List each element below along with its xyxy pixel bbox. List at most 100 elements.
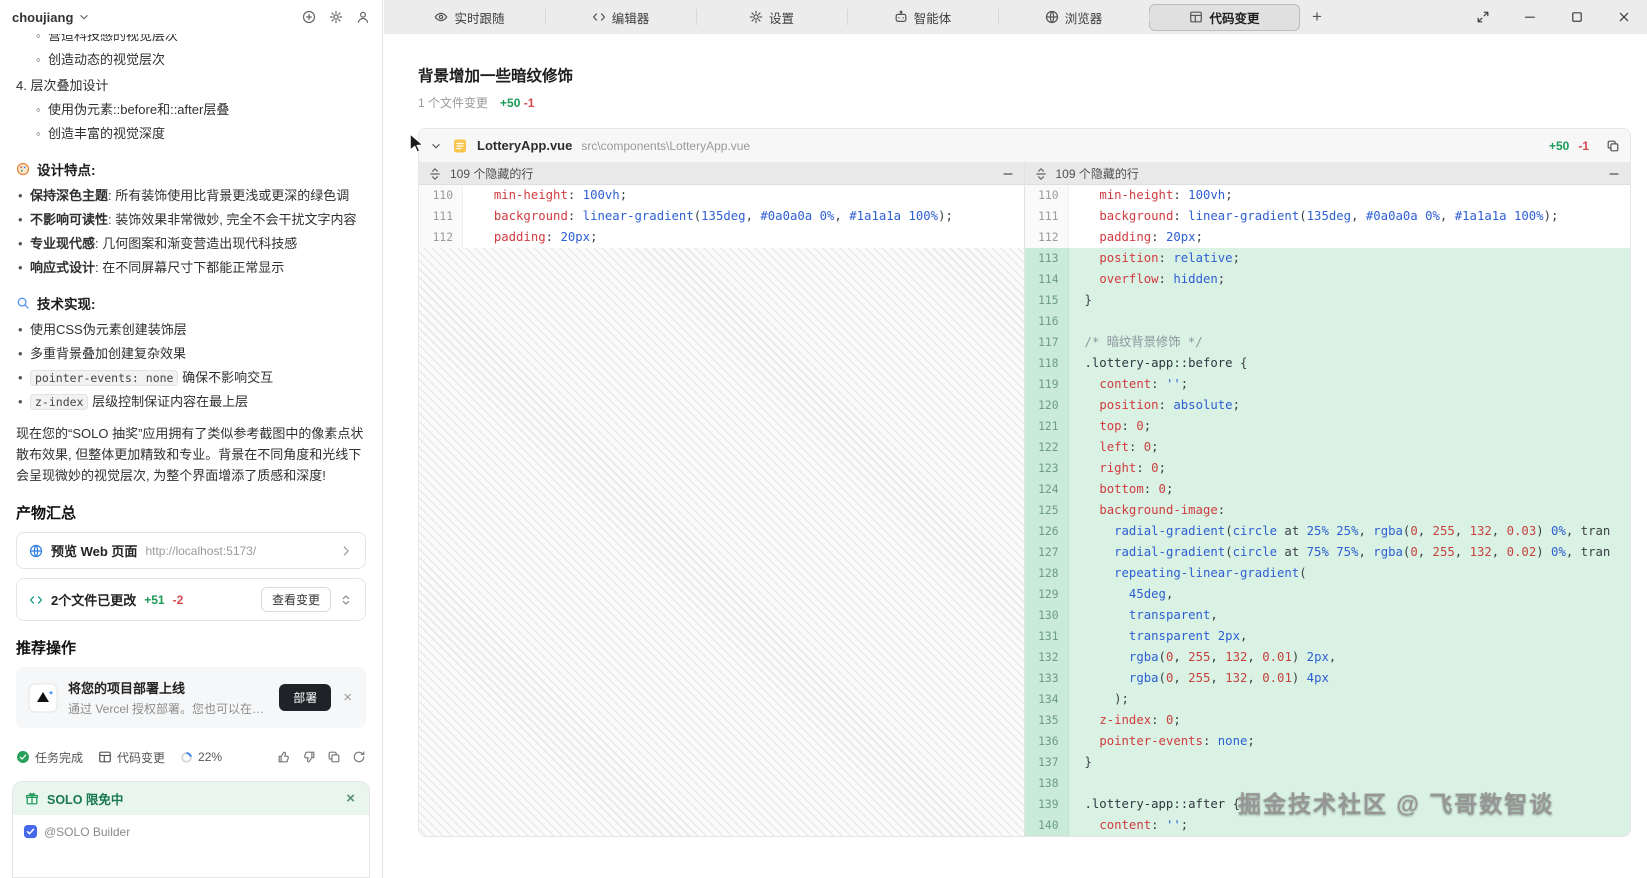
minimize-window-icon[interactable] — [1506, 0, 1553, 34]
line-number: 140 — [1024, 815, 1069, 836]
close-window-icon[interactable] — [1600, 0, 1647, 34]
code-text: rgba(0, 255, 132, 0.01) 2px, — [1068, 647, 1630, 668]
tab-code[interactable]: 编辑器 — [545, 0, 696, 34]
settings-button[interactable] — [329, 10, 343, 24]
thumbs-down-button[interactable] — [302, 750, 316, 764]
line-number: 113 — [1024, 248, 1069, 269]
line-number: 133 — [1024, 668, 1069, 689]
maximize-window-icon[interactable] — [1553, 0, 1600, 34]
diff-line-115: 115} — [1024, 290, 1630, 311]
diff-line-125: 125 background-image: — [1024, 500, 1630, 521]
line-number: 112 — [1024, 227, 1069, 248]
thumbs-up-button[interactable] — [277, 750, 291, 764]
lines-removed: -2 — [172, 592, 184, 607]
code-change-status[interactable]: 代码变更 — [98, 749, 165, 766]
line-number: 115 — [1024, 290, 1069, 311]
diff-line-120: 120 position: absolute; — [1024, 395, 1630, 416]
diff-line-123: 123 right: 0; — [1024, 458, 1630, 479]
sidebar-header: choujiang — [0, 0, 382, 34]
code-icon — [29, 593, 43, 607]
tab-table[interactable]: 代码变更 — [1149, 3, 1300, 31]
context-usage: 22% — [180, 750, 222, 764]
account-button[interactable] — [356, 10, 370, 24]
diff-line-112: 112 padding: 20px; — [1024, 227, 1630, 248]
diff-empty-filler — [419, 248, 1024, 836]
preview-title: 预览 Web 页面 — [51, 544, 138, 559]
globe-icon — [1045, 10, 1059, 24]
copy-button[interactable] — [327, 750, 341, 764]
chat-input[interactable]: @SOLO Builder — [13, 815, 369, 877]
diff-line-126: 126 radial-gradient(circle at 25% 25%, r… — [1024, 521, 1630, 542]
code-text: position: relative; — [1068, 248, 1630, 269]
preview-card[interactable]: 预览 Web 页面 http://localhost:5173/ — [16, 532, 366, 569]
line-number: 131 — [1024, 626, 1069, 647]
view-changes-button[interactable]: 查看变更 — [260, 587, 331, 612]
fold-pane-button[interactable] — [1001, 167, 1015, 181]
chevrons-updown-icon[interactable] — [339, 593, 353, 607]
chevron-down-icon — [77, 10, 91, 24]
solo-builder-icon — [23, 824, 38, 839]
tab-label: 编辑器 — [611, 11, 650, 26]
diff-line-114: 114 overflow: hidden; — [1024, 269, 1630, 290]
diff-line-124: 124 bottom: 0; — [1024, 479, 1630, 500]
copy-file-button[interactable] — [1606, 139, 1620, 153]
code-text: /* 暗纹背景修饰 */ — [1068, 332, 1630, 353]
changes-title: 2个文件已更改 — [51, 593, 137, 608]
design-item: 不影响可读性: 装饰效果非常微妙, 完全不会干扰文字内容 — [16, 208, 366, 232]
line-number: 130 — [1024, 605, 1069, 626]
collapse-file-button[interactable] — [429, 139, 443, 153]
numbered-list-item: 4. 层次叠加设计 — [16, 78, 109, 93]
diff-line-122: 122 left: 0; — [1024, 437, 1630, 458]
line-number: 123 — [1024, 458, 1069, 479]
code-text: content: ''; — [1068, 374, 1630, 395]
line-number: 114 — [1024, 269, 1069, 290]
code-text: bottom: 0; — [1068, 479, 1630, 500]
agent-mention-chip[interactable]: @SOLO Builder — [44, 825, 130, 839]
dismiss-banner-icon[interactable]: × — [344, 789, 357, 808]
diff-line-136: 136 pointer-events: none; — [1024, 731, 1630, 752]
new-chat-button[interactable] — [302, 10, 316, 24]
code-text: } — [1068, 752, 1630, 773]
deploy-card: 将您的项目部署上线 通过 Vercel 授权部署。您也可以在对话中... 部署 … — [16, 667, 366, 728]
tab-agent[interactable]: 智能体 — [847, 0, 998, 34]
expand-hidden-lines-button[interactable] — [1034, 167, 1048, 181]
restore-layout-icon[interactable] — [1459, 0, 1506, 34]
tab-label: 智能体 — [913, 11, 952, 26]
hidden-lines-header: 109 个隐藏的行 — [419, 163, 1024, 185]
diff-line-139: 139 .lottery-app::after { — [1024, 794, 1630, 815]
lines-added: +51 — [144, 592, 165, 607]
diff-line-121: 121 top: 0; — [1024, 416, 1630, 437]
tech-item: 多重背景叠加创建复杂效果 — [16, 342, 366, 366]
tab-label: 实时跟随 — [454, 11, 505, 26]
diff-pane-old: 109 个隐藏的行 110 min-height: 100vh; 111 back… — [419, 163, 1025, 836]
code-change-panel: 背景增加一些暗纹修饰 1 个文件变更 +50 -1 LotteryApp.vue… — [384, 34, 1647, 878]
check-circle-icon — [16, 750, 30, 764]
fold-pane-button[interactable] — [1607, 167, 1621, 181]
progress-ring-icon — [180, 751, 193, 764]
design-item: 专业现代感: 几何图案和渐变营造出现代科技感 — [16, 232, 366, 256]
dismiss-deploy-icon[interactable]: × — [341, 688, 354, 707]
new-tab-button[interactable]: + — [1300, 7, 1334, 27]
tab-eye[interactable]: 实时跟随 — [394, 0, 545, 34]
preview-url: http://localhost:5173/ — [145, 543, 257, 558]
code-text: padding: 20px; — [1068, 227, 1630, 248]
page-title: 背景增加一些暗纹修饰 — [418, 68, 574, 85]
line-number: 118 — [1024, 353, 1069, 374]
tab-globe[interactable]: 浏览器 — [998, 0, 1149, 34]
deploy-button[interactable]: 部署 — [279, 684, 332, 711]
code-text: position: absolute; — [1068, 395, 1630, 416]
line-number: 139 — [1024, 794, 1069, 815]
code-text: z-index: 0; — [1068, 710, 1630, 731]
code-text: padding: 20px; — [463, 227, 1024, 248]
diff-line-129: 129 45deg, — [1024, 584, 1630, 605]
line-number: 129 — [1024, 584, 1069, 605]
workspace-switcher[interactable]: choujiang — [12, 10, 91, 25]
retry-button[interactable] — [352, 750, 366, 764]
tab-gear[interactable]: 设置 — [696, 0, 847, 34]
file-diff-card: LotteryApp.vue src\components\LotteryApp… — [418, 128, 1631, 837]
app-window: choujiang 营造科技感的视觉层次 创造动态的视觉层次 4. 层次叠加设计… — [0, 0, 1647, 878]
code-text: background: linear-gradient(135deg, #0a0… — [463, 206, 1024, 227]
tab-label: 代码变更 — [1209, 11, 1260, 26]
line-number: 110 — [1024, 185, 1069, 206]
expand-hidden-lines-button[interactable] — [428, 167, 442, 181]
